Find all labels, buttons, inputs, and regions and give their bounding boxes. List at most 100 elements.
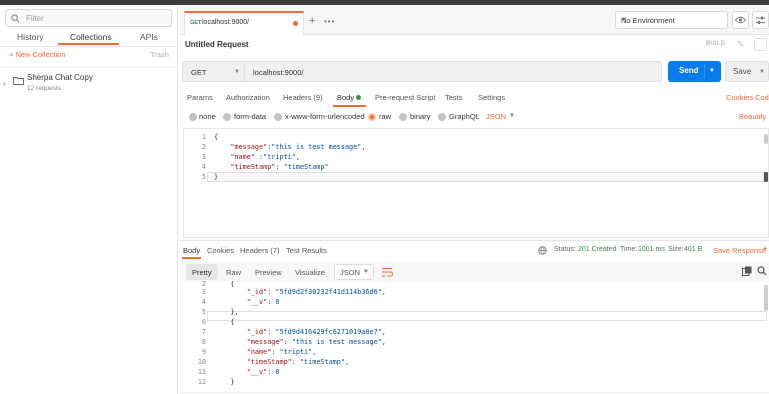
filter-input[interactable]: Filter [5, 9, 172, 27]
new-collection-button[interactable]: + New Collection [9, 50, 65, 59]
search-icon[interactable] [757, 266, 767, 276]
active-tab-indicator [182, 257, 201, 259]
json-key: "__v" [246, 368, 268, 376]
chevron-down-icon: ▼ [621, 17, 627, 23]
sidebar-tab-history[interactable]: History [17, 32, 43, 42]
pencil-icon[interactable]: ✎ [737, 39, 745, 50]
view-preview-button[interactable]: Preview [249, 264, 288, 280]
tab-settings[interactable]: Settings [478, 93, 505, 102]
tab-tests[interactable]: Tests [445, 93, 463, 102]
radio-label-none[interactable]: none [199, 112, 216, 121]
wrap-lines-icon [382, 267, 394, 277]
chevron-down-icon[interactable]: ▼ [762, 247, 768, 253]
radio-label-binary[interactable]: binary [410, 112, 430, 121]
size-label: Size: [668, 246, 684, 253]
code-line: "_id": "5fd9d2f30232f41d114b36d6", [214, 287, 386, 297]
environment-quick-look-button[interactable] [732, 11, 749, 29]
json-value: : 0 [267, 368, 280, 376]
radio-binary[interactable] [399, 113, 407, 121]
request-title[interactable]: Untitled Request [185, 40, 249, 49]
beautify-button[interactable]: Beautify [739, 112, 766, 121]
save-button[interactable]: Save ▼ [725, 61, 769, 82]
body-indicator-dot [356, 95, 361, 100]
response-code[interactable]: { "_id": "5fd9d2f30232f41d114b36d6", "__… [214, 281, 386, 387]
body-format-select[interactable]: JSON [486, 112, 506, 121]
radio-label-urlencoded[interactable]: x-www-form-urlencoded [285, 112, 365, 121]
code-line: }, [214, 307, 386, 317]
view-raw-button[interactable]: Raw [220, 264, 247, 280]
unsaved-indicator [293, 21, 298, 26]
response-format-value: JSON [340, 268, 361, 277]
editor-scrollbar[interactable] [764, 134, 768, 144]
send-button[interactable]: Send ▼ [668, 61, 721, 82]
tab-headers[interactable]: Headers (9) [283, 93, 323, 102]
json-value: :"this is test message", [267, 143, 366, 151]
build-mode-label[interactable]: BUILD [706, 41, 725, 47]
tab-authorization[interactable]: Authorization [226, 93, 270, 102]
divider [179, 240, 769, 241]
wrap-lines-button[interactable] [379, 264, 395, 280]
divider [0, 67, 178, 68]
radio-label-form-data[interactable]: form-data [234, 112, 266, 121]
more-tabs-button[interactable]: ••• [324, 17, 335, 26]
response-tab-cookies[interactable]: Cookies [207, 246, 234, 255]
tab-body[interactable]: Body [337, 93, 354, 102]
divider [0, 46, 178, 47]
line-number: 4 [201, 163, 206, 171]
json-key: "message" [246, 338, 284, 346]
code-line: } [214, 172, 365, 182]
size-value[interactable]: 401 B [684, 246, 702, 253]
copy-icon[interactable] [742, 266, 752, 276]
sidebar-tab-apis[interactable]: APIs [140, 32, 158, 42]
code-token: }, [230, 308, 239, 316]
search-icon [11, 14, 20, 23]
radio-graphql[interactable] [438, 113, 446, 121]
radio-label-graphql[interactable]: GraphQL [449, 112, 480, 121]
view-visualize-button[interactable]: Visualize [289, 264, 331, 280]
chevron-down-icon[interactable]: ▼ [509, 113, 515, 119]
time-value[interactable]: 1001 ms [638, 246, 665, 253]
manage-environments-button[interactable] [752, 11, 769, 29]
sidebar-tab-collections[interactable]: Collections [70, 32, 112, 42]
line-number: 8 [201, 338, 206, 346]
cookies-link[interactable]: Cookies [726, 93, 753, 102]
response-format-select[interactable]: JSON ▼ [334, 264, 374, 280]
new-tab-button[interactable]: + [309, 15, 315, 27]
line-number: 12 [197, 378, 206, 386]
radio-form-data[interactable] [223, 113, 231, 121]
chevron-right-icon[interactable]: › [3, 79, 6, 88]
code-link[interactable]: Code [755, 93, 769, 102]
request-code[interactable]: { "message":"this is test message", "nam… [214, 132, 365, 182]
chevron-down-icon[interactable]: ▼ [759, 69, 765, 75]
url-input[interactable]: localhost:9000/ [244, 61, 662, 82]
trash-link[interactable]: Trash [150, 50, 169, 59]
tab-prerequest-script[interactable]: Pre-request Script [375, 93, 435, 102]
tab-params[interactable]: Params [187, 93, 213, 102]
documentation-icon[interactable] [754, 38, 767, 51]
save-response-button[interactable]: Save Response [713, 246, 766, 255]
method-select[interactable]: GET ▼ [182, 61, 244, 82]
code-line: "timeStamp": "timeStamp", [214, 357, 386, 367]
line-number: 6 [201, 318, 206, 326]
line-number: 9 [201, 348, 206, 356]
radio-none[interactable] [189, 113, 197, 121]
radio-label-raw[interactable]: raw [379, 112, 391, 121]
globe-icon[interactable] [538, 246, 547, 255]
send-label: Send [679, 66, 699, 75]
radio-raw[interactable] [368, 113, 376, 121]
line-number: 5 [201, 173, 206, 181]
collection-name[interactable]: Sherpa Chat Copy [27, 73, 93, 82]
line-number: 10 [197, 358, 206, 366]
view-pretty-button[interactable]: Pretty [186, 264, 218, 280]
environment-select[interactable]: No Environment ▼ [615, 11, 728, 29]
chevron-down-icon[interactable]: ▼ [709, 68, 715, 74]
radio-x-www-form-urlencoded[interactable] [274, 113, 282, 121]
code-token: { [230, 318, 235, 326]
code-line: "__v": 0 [214, 367, 386, 377]
response-tab-test-results[interactable]: Test Results [286, 246, 327, 255]
response-tab-body[interactable]: Body [183, 246, 200, 255]
status-value[interactable]: 201 Created [578, 246, 617, 253]
response-scrollbar[interactable] [764, 285, 768, 311]
chevron-down-icon: ▼ [363, 269, 369, 275]
response-tab-headers[interactable]: Headers (7) [240, 246, 280, 255]
